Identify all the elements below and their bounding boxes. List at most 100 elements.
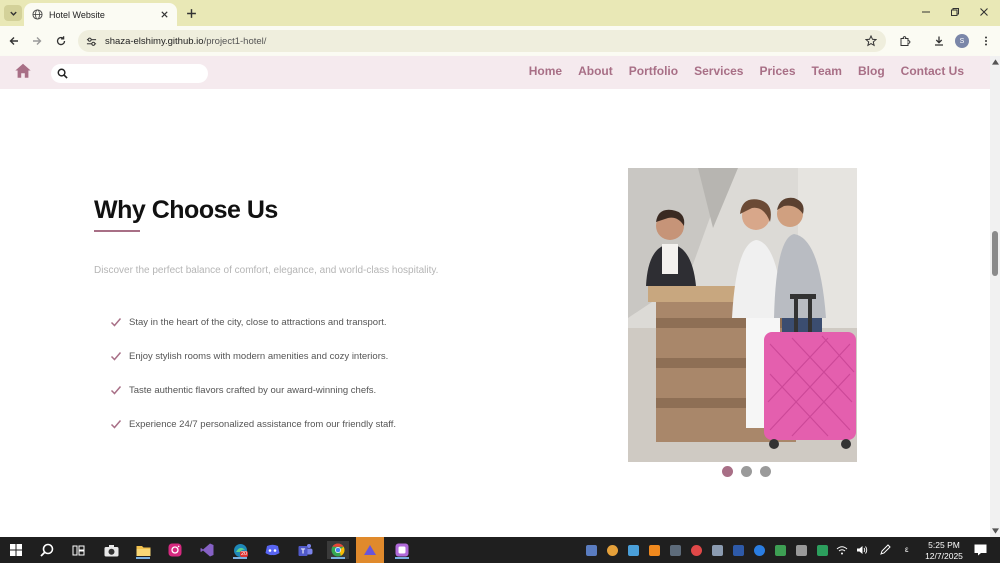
search-input[interactable] (73, 68, 193, 79)
speaker-icon (857, 546, 868, 554)
extensions-button[interactable] (897, 33, 913, 49)
minimize-icon (922, 11, 930, 13)
scroll-up-button[interactable] (991, 58, 999, 66)
carousel-dot-3[interactable] (760, 466, 771, 477)
scroll-thumb[interactable] (992, 231, 998, 276)
folder-icon (136, 545, 150, 556)
carousel-dot-1[interactable] (722, 466, 733, 477)
tray-icon-1[interactable] (586, 545, 597, 556)
chrome-icon (331, 543, 345, 557)
wifi-button[interactable] (833, 541, 851, 559)
taskbar-search-button[interactable] (38, 541, 56, 559)
taskbar-instagram[interactable] (166, 541, 184, 559)
active-indicator (395, 557, 409, 559)
tray-icon-7[interactable] (712, 545, 723, 556)
bookmark-button[interactable] (863, 33, 879, 49)
close-window-button[interactable] (970, 3, 998, 21)
tray-icon-3[interactable] (628, 545, 639, 556)
downloads-button[interactable] (931, 33, 947, 49)
tray-icon-8[interactable] (733, 545, 744, 556)
address-bar[interactable]: shaza-elshimy.github.io/project1-hotel/ (78, 30, 886, 52)
carousel-image[interactable] (628, 168, 857, 462)
taskbar-file-explorer[interactable] (134, 541, 152, 559)
tray-icon-10[interactable] (775, 545, 786, 556)
taskbar-app[interactable] (393, 541, 411, 559)
list-item: Enjoy stylish rooms with modern amenitie… (110, 339, 396, 373)
system-clock[interactable]: 5:25 PM 12/7/2025 (920, 540, 968, 562)
pen-icon (880, 544, 891, 555)
nav-link-prices[interactable]: Prices (759, 64, 795, 78)
browser-tab[interactable]: Hotel Website (24, 3, 177, 26)
feature-list: Stay in the heart of the city, close to … (110, 305, 396, 441)
tab-title: Hotel Website (49, 9, 105, 20)
minimize-button[interactable] (912, 3, 940, 21)
feature-text: Enjoy stylish rooms with modern amenitie… (129, 350, 389, 362)
browser-menu-button[interactable] (978, 33, 994, 49)
nav-link-home[interactable]: Home (529, 64, 562, 78)
nav-link-blog[interactable]: Blog (858, 64, 885, 78)
instagram-icon (168, 543, 182, 557)
restore-button[interactable] (941, 3, 969, 21)
triangle-down-icon (991, 528, 999, 534)
nav-link-about[interactable]: About (578, 64, 613, 78)
nav-link-team[interactable]: Team (812, 64, 842, 78)
pen-button[interactable] (876, 541, 894, 559)
check-icon (110, 420, 122, 429)
globe-icon (32, 9, 43, 20)
profile-avatar[interactable]: S (955, 34, 969, 48)
feature-text: Stay in the heart of the city, close to … (129, 316, 387, 328)
nav-link-contact[interactable]: Contact Us (901, 64, 964, 78)
plus-icon (186, 8, 196, 18)
tray-icon-4[interactable] (649, 545, 660, 556)
triangle-app-icon (364, 545, 376, 555)
taskbar-chrome[interactable] (327, 541, 349, 559)
page-scrollbar[interactable] (990, 56, 1000, 537)
tab-search-button[interactable] (4, 5, 22, 21)
discord-icon (265, 544, 279, 556)
browser-toolbar: shaza-elshimy.github.io/project1-hotel/ (0, 26, 1000, 56)
taskbar-visual-studio[interactable] (198, 541, 216, 559)
list-item: Experience 24/7 personalized assistance … (110, 407, 396, 441)
security-icon[interactable] (817, 545, 828, 556)
tray-icon-5[interactable] (670, 545, 681, 556)
hotel-reception-illustration (628, 168, 857, 462)
taskbar-discord[interactable] (263, 541, 281, 559)
task-view-button[interactable] (69, 541, 87, 559)
reload-button[interactable] (53, 33, 69, 49)
volume-button[interactable] (853, 541, 871, 559)
site-settings-icon[interactable] (86, 36, 97, 47)
list-item: Taste authentic flavors crafted by our a… (110, 373, 396, 407)
star-icon (865, 35, 877, 47)
carousel-indicators (722, 466, 771, 477)
tray-chrome-icon[interactable] (607, 545, 618, 556)
app-icon (395, 543, 409, 557)
input-language[interactable]: ε (905, 545, 909, 554)
search-icon (57, 68, 68, 79)
taskbar-camera-app[interactable] (102, 541, 120, 559)
close-tab-icon[interactable] (160, 10, 169, 19)
feature-text: Taste authentic flavors crafted by our a… (129, 384, 377, 396)
notifications-button[interactable] (971, 541, 989, 559)
url-text: shaza-elshimy.github.io/project1-hotel/ (105, 35, 267, 47)
feature-text: Experience 24/7 personalized assistance … (129, 418, 397, 430)
teams-icon: T (298, 544, 312, 556)
start-button[interactable] (7, 541, 25, 559)
svg-text:T: T (300, 549, 305, 556)
new-tab-button[interactable] (183, 5, 199, 21)
taskbar-teams[interactable]: T (296, 541, 314, 559)
back-button[interactable] (6, 33, 22, 49)
nav-link-services[interactable]: Services (694, 64, 743, 78)
main-menu: Home About Portfolio Services Prices Tea… (529, 64, 964, 78)
taskbar-edge-app[interactable]: 20 (231, 541, 249, 559)
check-icon (110, 386, 122, 395)
nav-link-portfolio[interactable]: Portfolio (629, 64, 678, 78)
tray-icon-6[interactable] (691, 545, 702, 556)
usb-icon[interactable] (796, 545, 807, 556)
home-icon[interactable] (14, 62, 32, 80)
bluetooth-icon[interactable] (754, 545, 765, 556)
forward-button[interactable] (29, 33, 45, 49)
carousel-dot-2[interactable] (741, 466, 752, 477)
wifi-icon (836, 546, 848, 555)
scroll-down-button[interactable] (991, 527, 999, 535)
taskbar-drawing-app[interactable] (356, 537, 384, 563)
